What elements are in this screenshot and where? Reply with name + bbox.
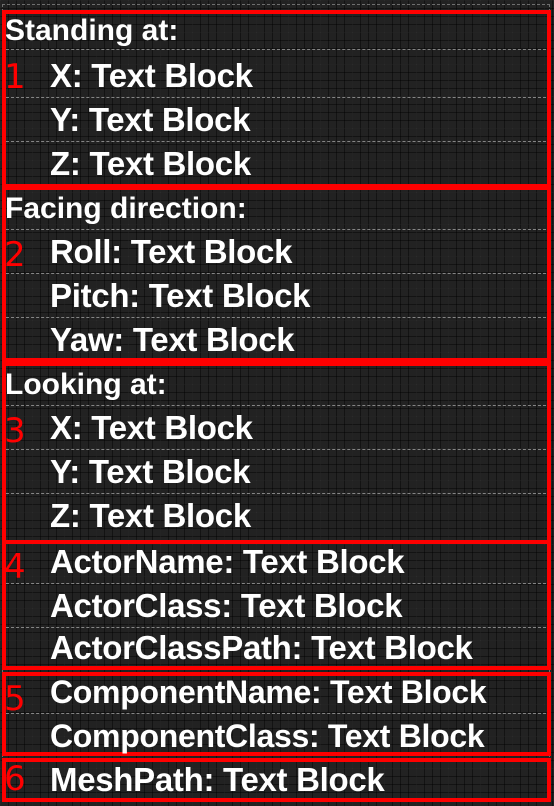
text-block: Text Block [329, 674, 487, 710]
text-block: Text Block [327, 718, 485, 754]
facing-yaw-row[interactable]: Yaw: Text Block [6, 318, 546, 362]
text-block: Text Block [242, 543, 405, 580]
row-label: Z: [50, 497, 81, 534]
row-label: Y: [50, 453, 80, 490]
facing-pitch-row[interactable]: Pitch: Text Block [6, 274, 546, 318]
row-label: ComponentClass: [50, 718, 320, 754]
row-label: ActorClassPath: [50, 629, 303, 666]
component-class-row[interactable]: ComponentClass: Text Block [6, 714, 546, 758]
standing-y-row[interactable]: Y: Text Block [6, 98, 546, 142]
text-block: Text Block [88, 101, 251, 138]
actor-class-path-row[interactable]: ActorClassPath: Text Block [6, 626, 546, 670]
mesh-path-row[interactable]: MeshPath: Text Block [6, 758, 546, 802]
text-block: Text Block [240, 587, 403, 624]
text-block: Text Block [89, 145, 251, 182]
standing-x-row[interactable]: X: Text Block [6, 54, 546, 98]
text-block: Text Block [148, 277, 311, 314]
text-block: Text Block [91, 57, 253, 94]
row-label: ComponentName: [50, 674, 322, 710]
text-block: Text Block [88, 453, 251, 490]
row-label: MeshPath: [50, 761, 215, 798]
looking-x-row[interactable]: X: Text Block [6, 406, 546, 450]
row-label: ActorName: [50, 543, 235, 580]
text-block: Text Block [132, 321, 295, 358]
row-label: X: [50, 409, 83, 446]
row-label: ActorClass: [50, 587, 232, 624]
text-block: Text Block [223, 761, 385, 798]
text-block: Text Block [130, 233, 293, 270]
heading-looking-at: Looking at: [5, 368, 167, 401]
actor-class-row[interactable]: ActorClass: Text Block [6, 584, 546, 628]
heading-standing-at: Standing at: [5, 14, 179, 47]
facing-roll-row[interactable]: Roll: Text Block [6, 230, 546, 274]
standing-z-row[interactable]: Z: Text Block [6, 142, 546, 186]
text-block: Text Block [91, 409, 253, 446]
text-block: Text Block [89, 497, 251, 534]
looking-y-row[interactable]: Y: Text Block [6, 450, 546, 494]
looking-z-row[interactable]: Z: Text Block [6, 494, 546, 538]
text-block: Text Block [311, 629, 473, 666]
row-label: Pitch: [50, 277, 140, 314]
row-label: Roll: [50, 233, 122, 270]
row-label: X: [50, 57, 83, 94]
row-label: Z: [50, 145, 81, 182]
row-label: Yaw: [50, 321, 125, 358]
widget-designer-canvas: Standing at: 1 X: Text Block Y: Text Blo… [0, 0, 554, 806]
component-name-row[interactable]: ComponentName: Text Block [6, 670, 546, 714]
heading-facing-direction: Facing direction: [5, 192, 247, 225]
row-label: Y: [50, 101, 80, 138]
actor-name-row[interactable]: ActorName: Text Block [6, 540, 546, 584]
